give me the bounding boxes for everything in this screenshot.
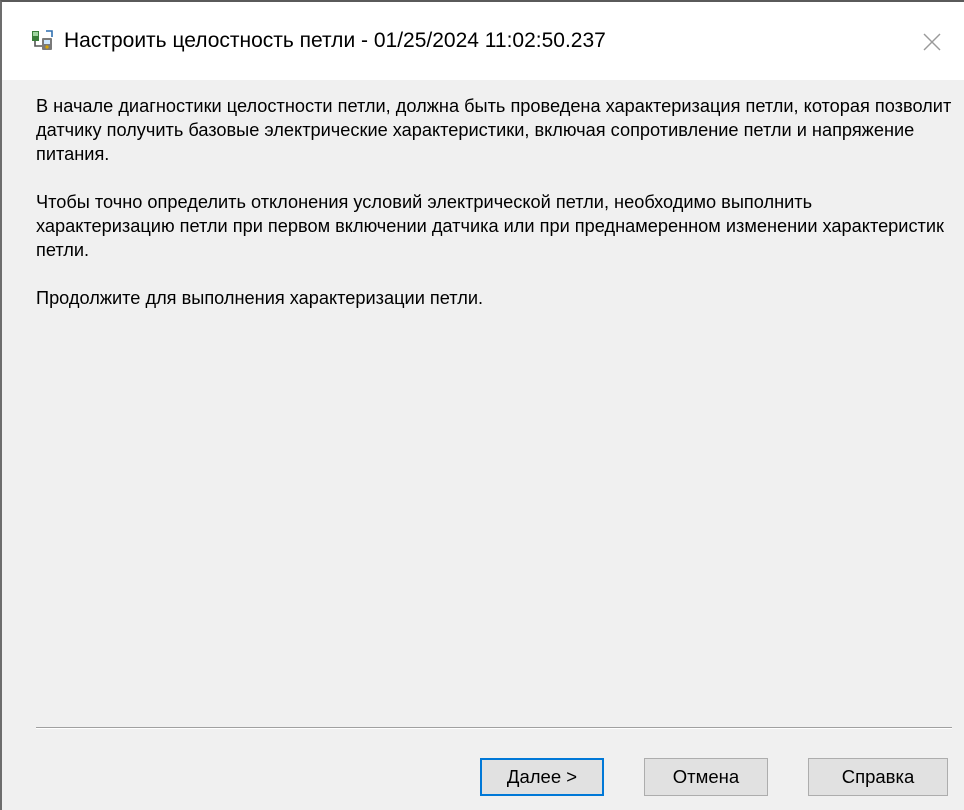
close-button[interactable] [910,22,954,62]
next-button[interactable]: Далее > [480,758,604,796]
message-paragraph-1: В начале диагностики целостности петли, … [36,96,952,164]
title-bar[interactable]: Настроить целостность петли - 01/25/2024… [2,2,964,80]
cancel-button[interactable]: Отмена [644,758,768,796]
loop-diagnostic-app-icon [30,28,56,54]
close-icon [910,22,954,62]
dialog-message: В начале диагностики целостности петли, … [36,94,952,334]
message-paragraph-2: Чтобы точно определить отклонения услови… [36,192,944,260]
footer-divider [36,727,952,729]
dialog-window: Настроить целостность петли - 01/25/2024… [0,0,964,810]
message-paragraph-3: Продолжите для выполнения характеризации… [36,288,484,308]
help-button[interactable]: Справка [808,758,948,796]
window-title: Настроить целостность петли - 01/25/2024… [64,29,606,52]
